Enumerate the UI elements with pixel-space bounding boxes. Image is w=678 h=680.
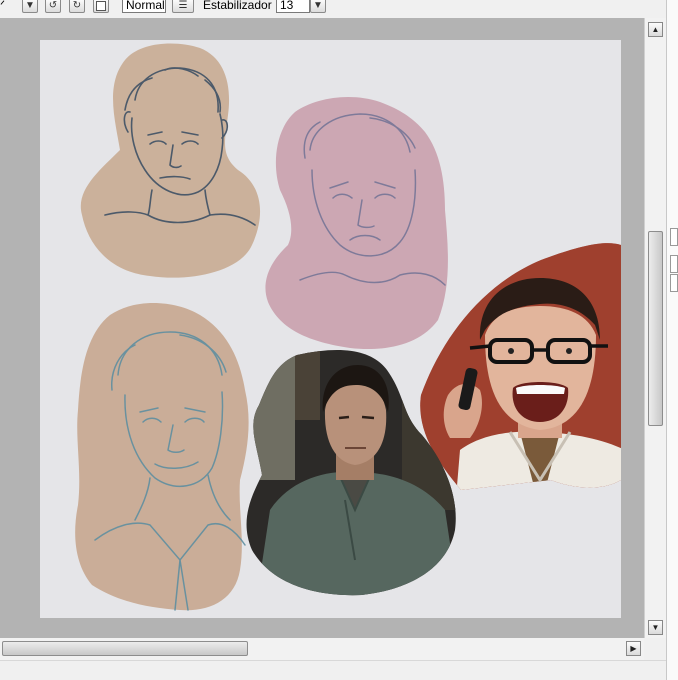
subtitle-line-1: o have been bbox=[473, 515, 589, 537]
sketch-top-left bbox=[80, 43, 261, 278]
panel-control[interactable] bbox=[670, 228, 678, 246]
scroll-right-button[interactable]: ▶ bbox=[626, 641, 641, 656]
list-icon: ☰ bbox=[178, 0, 188, 11]
scroll-down-button[interactable]: ▼ bbox=[648, 620, 663, 635]
rotate-left-button[interactable]: ↺ bbox=[45, 0, 61, 13]
triangle-right-icon: ▶ bbox=[630, 644, 637, 653]
clear-button[interactable] bbox=[93, 0, 109, 13]
blend-mode-select[interactable]: Normal bbox=[122, 0, 166, 13]
stabilizer-label: Estabilizador bbox=[203, 0, 272, 12]
panel-control[interactable] bbox=[670, 274, 678, 292]
status-bar bbox=[0, 660, 666, 680]
stabilizer-dropdown-button[interactable]: ▼ bbox=[310, 0, 326, 13]
rotate-right-button[interactable]: ↻ bbox=[69, 0, 85, 13]
canvas-viewport[interactable]: o have been so long the bbox=[0, 18, 644, 638]
horizontal-scrollbar[interactable]: ▶ bbox=[0, 638, 644, 660]
square-icon bbox=[96, 0, 106, 11]
stabilizer-select[interactable]: 13 bbox=[276, 0, 310, 13]
blend-mode-options-button[interactable]: ☰ bbox=[172, 0, 194, 13]
right-side-panel bbox=[666, 0, 678, 680]
canvas-artwork: o have been so long the bbox=[75, 43, 621, 611]
vertical-scroll-thumb[interactable] bbox=[648, 231, 663, 426]
canvas-paper[interactable]: o have been so long the bbox=[40, 40, 621, 618]
triangle-down-icon: ▼ bbox=[651, 623, 660, 632]
chevron-down-icon: ▼ bbox=[313, 0, 323, 11]
rotate-right-icon: ↻ bbox=[72, 0, 82, 11]
scroll-up-button[interactable]: ▲ bbox=[648, 22, 663, 37]
chevron-down-icon: ▼ bbox=[25, 0, 35, 11]
dropdown-arrow-button[interactable]: ▼ bbox=[22, 0, 38, 13]
sketch-top-right bbox=[265, 97, 448, 350]
blend-prefix-text: ᐟ bbox=[0, 0, 6, 12]
rotate-left-icon: ↺ bbox=[48, 0, 58, 11]
triangle-up-icon: ▲ bbox=[651, 25, 660, 34]
tool-options-bar: ᐟ ▼ ↺ ↻ Normal ☰ Estabilizador 13 ▼ bbox=[0, 0, 678, 16]
vertical-scrollbar[interactable]: ▲ ▼ bbox=[644, 18, 666, 638]
subtitle-line-2: so long the bbox=[465, 541, 572, 563]
horizontal-scroll-thumb[interactable] bbox=[2, 641, 248, 656]
sketch-bottom-left bbox=[75, 302, 249, 611]
panel-control[interactable] bbox=[670, 255, 678, 273]
